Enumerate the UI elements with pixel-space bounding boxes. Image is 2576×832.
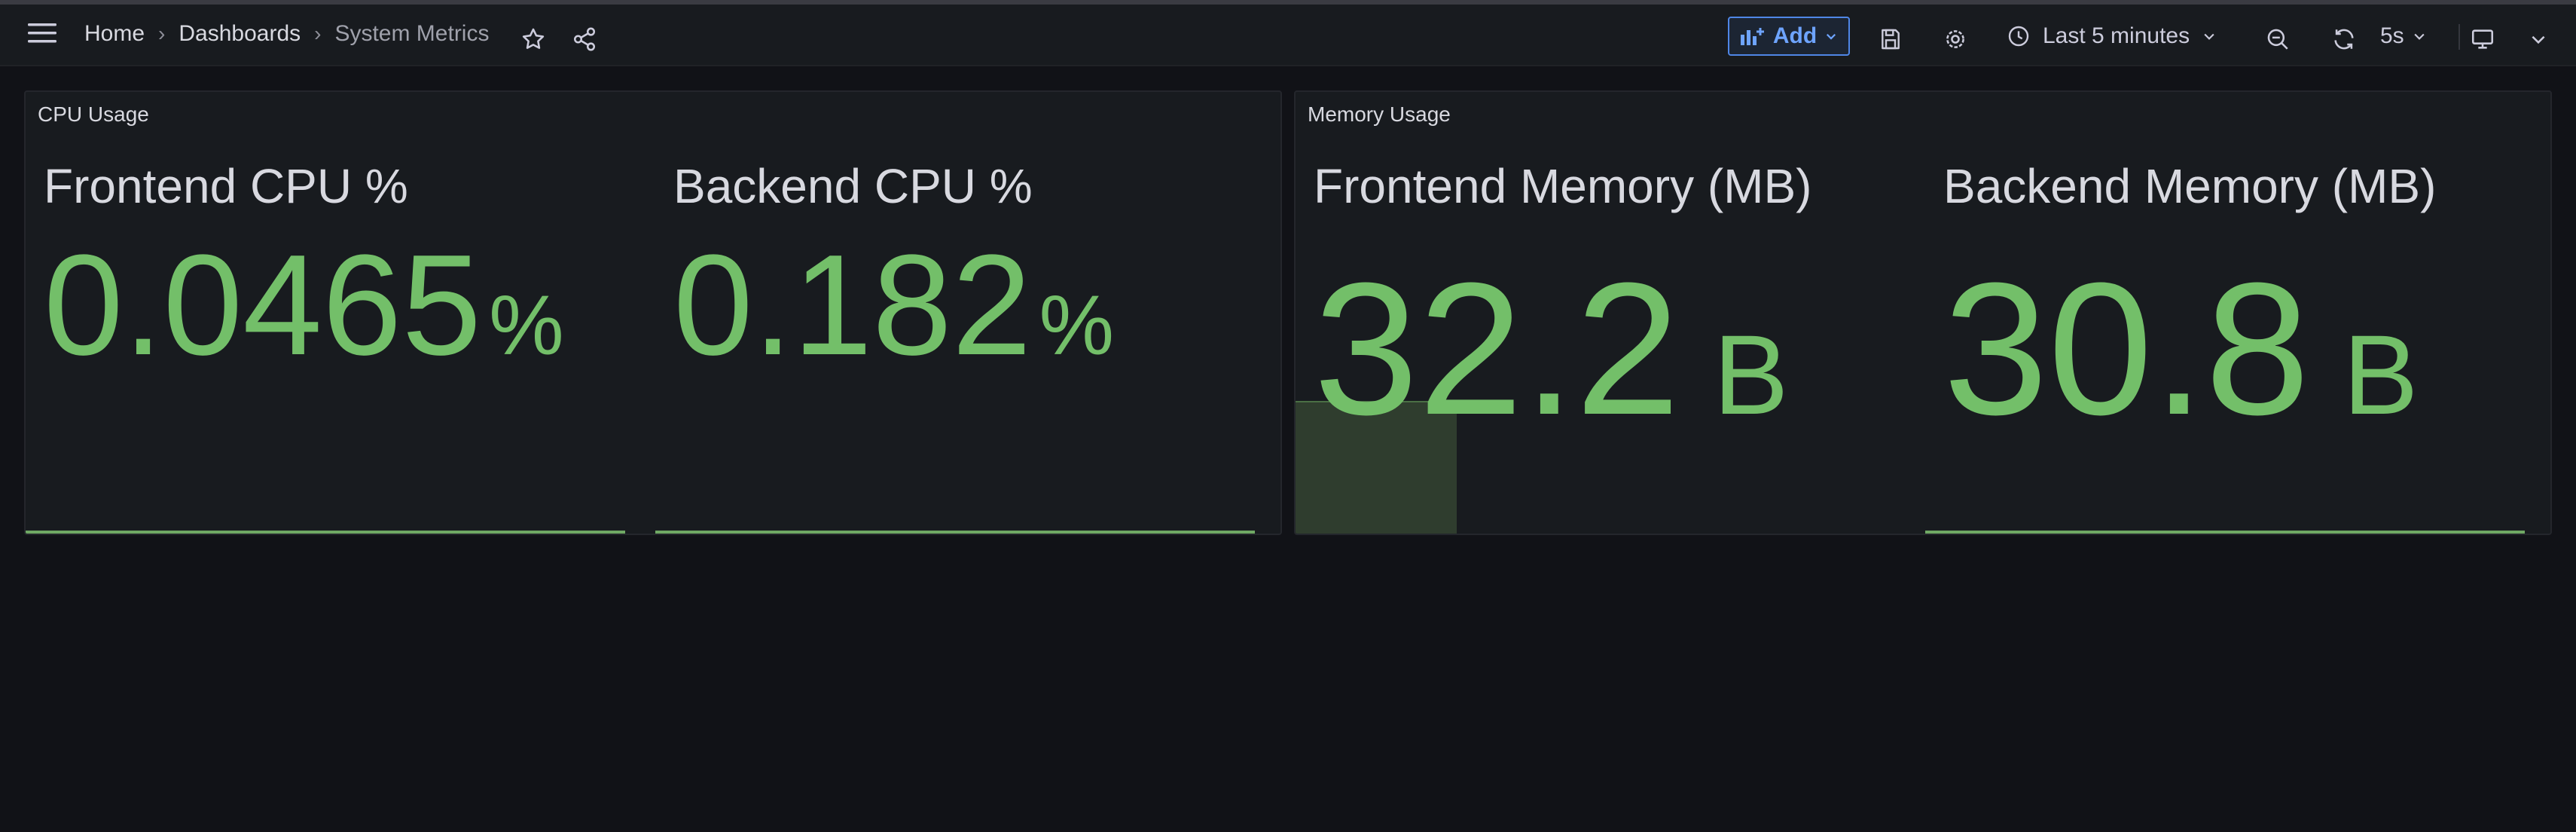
breadcrumb: Home › Dashboards › System Metrics	[84, 15, 489, 53]
frontend-cpu-sparkline	[26, 531, 625, 534]
time-range-picker[interactable]: Last 5 minutes	[2007, 17, 2217, 56]
top-navigation-bar: Home › Dashboards › System Metrics Add L…	[0, 5, 2576, 66]
stat-value: 32.2 B	[1314, 255, 1789, 443]
breadcrumb-home-link[interactable]: Home	[84, 21, 145, 47]
zoom-out-icon	[2267, 29, 2288, 50]
refresh-interval-picker[interactable]: 5s	[2380, 17, 2427, 56]
chevron-down-icon	[2414, 33, 2425, 40]
hamburger-menu-icon	[28, 23, 56, 43]
stat-label: Frontend Memory (MB)	[1314, 159, 1812, 213]
cpu-usage-panel[interactable]: CPU Usage Frontend CPU % 0.0465 % Backen…	[24, 90, 1282, 535]
stat-label: Backend CPU %	[673, 159, 1033, 213]
refresh-dashboard-button[interactable]	[2326, 21, 2362, 57]
menu-toggle-button[interactable]	[26, 17, 59, 50]
breadcrumb-separator-icon: ›	[314, 22, 322, 45]
backend-memory-stat: Backend Memory (MB) 30.8 B	[1925, 152, 2528, 534]
stat-number: 0.0465	[44, 225, 482, 385]
stat-value: 0.182 %	[673, 234, 1114, 377]
add-panel-icon	[1740, 28, 1764, 45]
mark-favorite-button[interactable]	[515, 21, 551, 57]
time-range-label: Last 5 minutes	[2043, 23, 2190, 48]
frontend-cpu-stat: Frontend CPU % 0.0465 %	[26, 152, 628, 534]
stat-unit: B	[1713, 311, 1789, 438]
panel-title: Memory Usage	[1308, 102, 1451, 126]
cycle-view-mode-button[interactable]	[2465, 21, 2501, 57]
refresh-interval-label: 5s	[2380, 23, 2404, 48]
save-icon	[1882, 29, 1900, 50]
memory-usage-panel[interactable]: Memory Usage Frontend Memory (MB) 32.2 B…	[1294, 90, 2552, 535]
save-dashboard-button[interactable]	[1872, 21, 1909, 57]
share-icon	[573, 27, 596, 51]
chevron-down-icon	[2204, 33, 2214, 40]
stat-number: 0.182	[673, 225, 1032, 385]
add-button[interactable]: Add	[1728, 17, 1850, 56]
share-dashboard-button[interactable]	[566, 21, 603, 57]
panel-title: CPU Usage	[38, 102, 149, 126]
monitor-icon	[2471, 29, 2494, 49]
stat-label: Frontend CPU %	[44, 159, 408, 213]
breadcrumb-separator-icon: ›	[158, 22, 166, 45]
view-options-dropdown-button[interactable]	[2520, 21, 2556, 57]
clock-icon	[2008, 26, 2029, 47]
gear-icon	[1946, 30, 1964, 48]
stat-value: 30.8 B	[1943, 255, 2419, 443]
stat-unit: %	[489, 278, 564, 372]
breadcrumb-dashboards-link[interactable]: Dashboards	[179, 21, 301, 47]
backend-cpu-sparkline	[655, 531, 1255, 534]
breadcrumb-current-page: System Metrics	[334, 21, 490, 46]
stat-label: Backend Memory (MB)	[1943, 159, 2437, 213]
dashboard-settings-button[interactable]	[1937, 21, 1973, 57]
add-button-label: Add	[1772, 23, 1818, 48]
zoom-out-time-range-button[interactable]	[2260, 21, 2296, 57]
backend-cpu-stat: Backend CPU % 0.182 %	[655, 152, 1258, 534]
star-icon	[522, 28, 545, 49]
stat-unit: B	[2343, 311, 2419, 438]
stat-value: 0.0465 %	[44, 234, 564, 377]
toolbar-divider	[2458, 24, 2460, 50]
stat-number: 30.8	[1943, 243, 2310, 454]
chevron-down-icon	[1827, 33, 1836, 40]
frontend-memory-stat: Frontend Memory (MB) 32.2 B	[1296, 152, 1898, 534]
chevron-down-icon	[2532, 35, 2545, 44]
stat-unit: %	[1039, 278, 1115, 372]
refresh-icon	[2334, 29, 2354, 50]
backend-memory-sparkline	[1925, 531, 2525, 534]
stat-number: 32.2	[1314, 243, 1680, 454]
